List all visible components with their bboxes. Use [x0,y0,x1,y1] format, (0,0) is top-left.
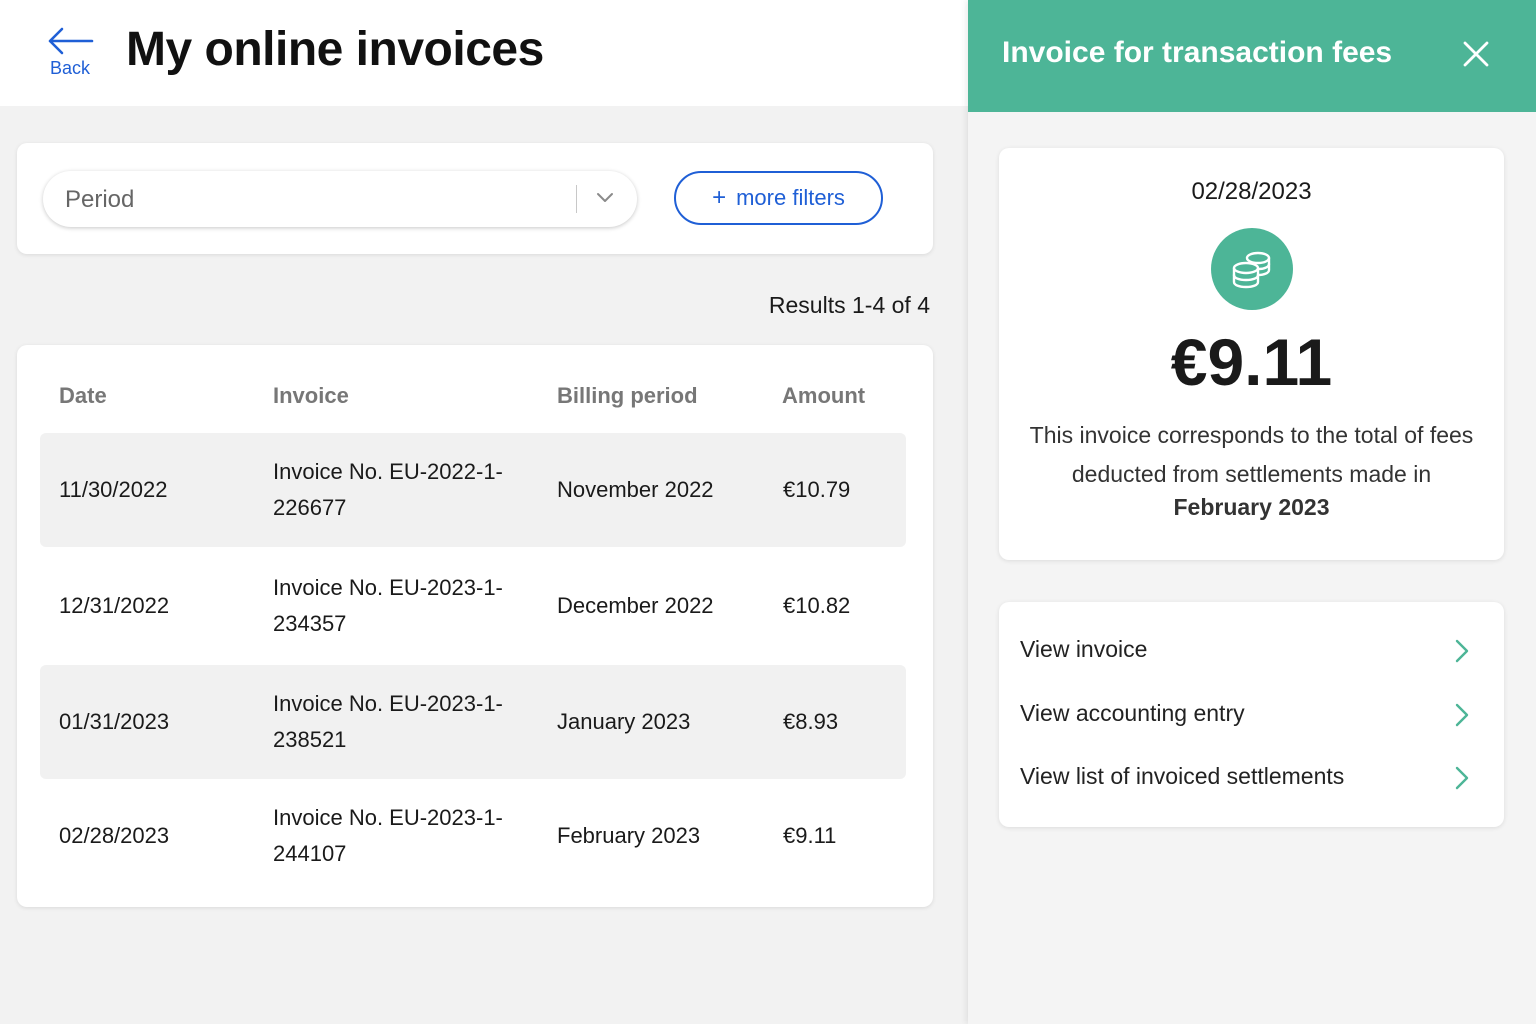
row-amount: €9.11 [783,823,837,848]
row-billing-period: November 2022 [557,477,714,502]
view-invoiced-settlements-link[interactable]: View list of invoiced settlements [999,753,1504,803]
top-bar: Back My online invoices [0,0,968,106]
column-header-invoice: Invoice [273,383,349,408]
invoice-date: 02/28/2023 [1191,178,1312,205]
invoice-month: February 2023 [1173,494,1330,520]
page-title: My online invoices [126,23,544,76]
invoice-table: Date Invoice Billing period Amount 11/30… [17,345,933,907]
column-header-billing-period: Billing period [557,383,698,408]
row-date: 01/31/2023 [59,709,170,734]
filter-card: Period + more filters [17,143,933,254]
panel-header: Invoice for transaction fees [968,0,1536,112]
link-label: View list of invoiced settlements [1020,763,1345,789]
row-invoice: Invoice No. EU-2022-1-226677 [273,459,503,520]
row-amount: €10.79 [783,477,851,502]
back-label: Back [49,58,91,78]
close-icon[interactable] [1462,40,1490,68]
arrow-left-icon [48,27,94,55]
view-accounting-entry-link[interactable]: View accounting entry [999,690,1504,740]
column-header-date: Date [59,383,107,408]
table-row[interactable]: 02/28/2023 Invoice No. EU-2023-1-244107 … [40,779,906,893]
column-header-amount: Amount [782,383,866,408]
row-date: 02/28/2023 [59,823,170,848]
invoice-detail-panel: Invoice for transaction fees 02/28/2023 … [968,0,1536,1024]
invoice-amount: €9.11 [1170,325,1333,399]
row-date: 12/31/2022 [59,593,170,618]
table-row[interactable]: 01/31/2023 Invoice No. EU-2023-1-238521 … [40,665,906,779]
invoice-summary-card: 02/28/2023 €9.11 This invoice correspond… [999,148,1504,560]
row-billing-period: December 2022 [557,593,714,618]
row-billing-period: February 2023 [557,823,701,848]
link-label: View accounting entry [1020,700,1245,726]
chevron-right-icon [1455,639,1469,663]
more-filters-label: more filters [736,185,845,210]
chevron-down-icon [597,193,613,202]
results-count: Results 1-4 of 4 [768,292,930,318]
row-amount: €8.93 [783,709,839,734]
chevron-right-icon [1455,703,1469,727]
back-button[interactable]: Back [44,26,96,82]
period-select[interactable]: Period [43,171,637,227]
invoice-actions-card: View invoice View accounting entry View … [999,602,1504,827]
invoice-description: This invoice corresponds to the total of… [1029,422,1474,487]
table-row[interactable]: 12/31/2022 Invoice No. EU-2023-1-234357 … [40,549,906,663]
select-separator [576,185,577,213]
period-placeholder: Period [65,186,135,213]
plus-icon: + [712,184,727,211]
view-invoice-link[interactable]: View invoice [999,626,1504,676]
chevron-right-icon [1455,766,1469,790]
link-label: View invoice [1020,636,1148,662]
row-date: 11/30/2022 [59,477,168,502]
panel-title: Invoice for transaction fees [1002,36,1393,69]
row-invoice: Invoice No. EU-2023-1-244107 [273,805,503,866]
row-billing-period: January 2023 [557,709,691,734]
row-invoice: Invoice No. EU-2023-1-238521 [273,691,503,752]
more-filters-button[interactable]: + more filters [674,171,883,225]
coins-icon [1211,228,1293,310]
table-row[interactable]: 11/30/2022 Invoice No. EU-2022-1-226677 … [40,433,906,547]
row-amount: €10.82 [783,593,851,618]
row-invoice: Invoice No. EU-2023-1-234357 [273,575,503,636]
main-area: Back My online invoices Period + more fi… [0,0,968,1024]
